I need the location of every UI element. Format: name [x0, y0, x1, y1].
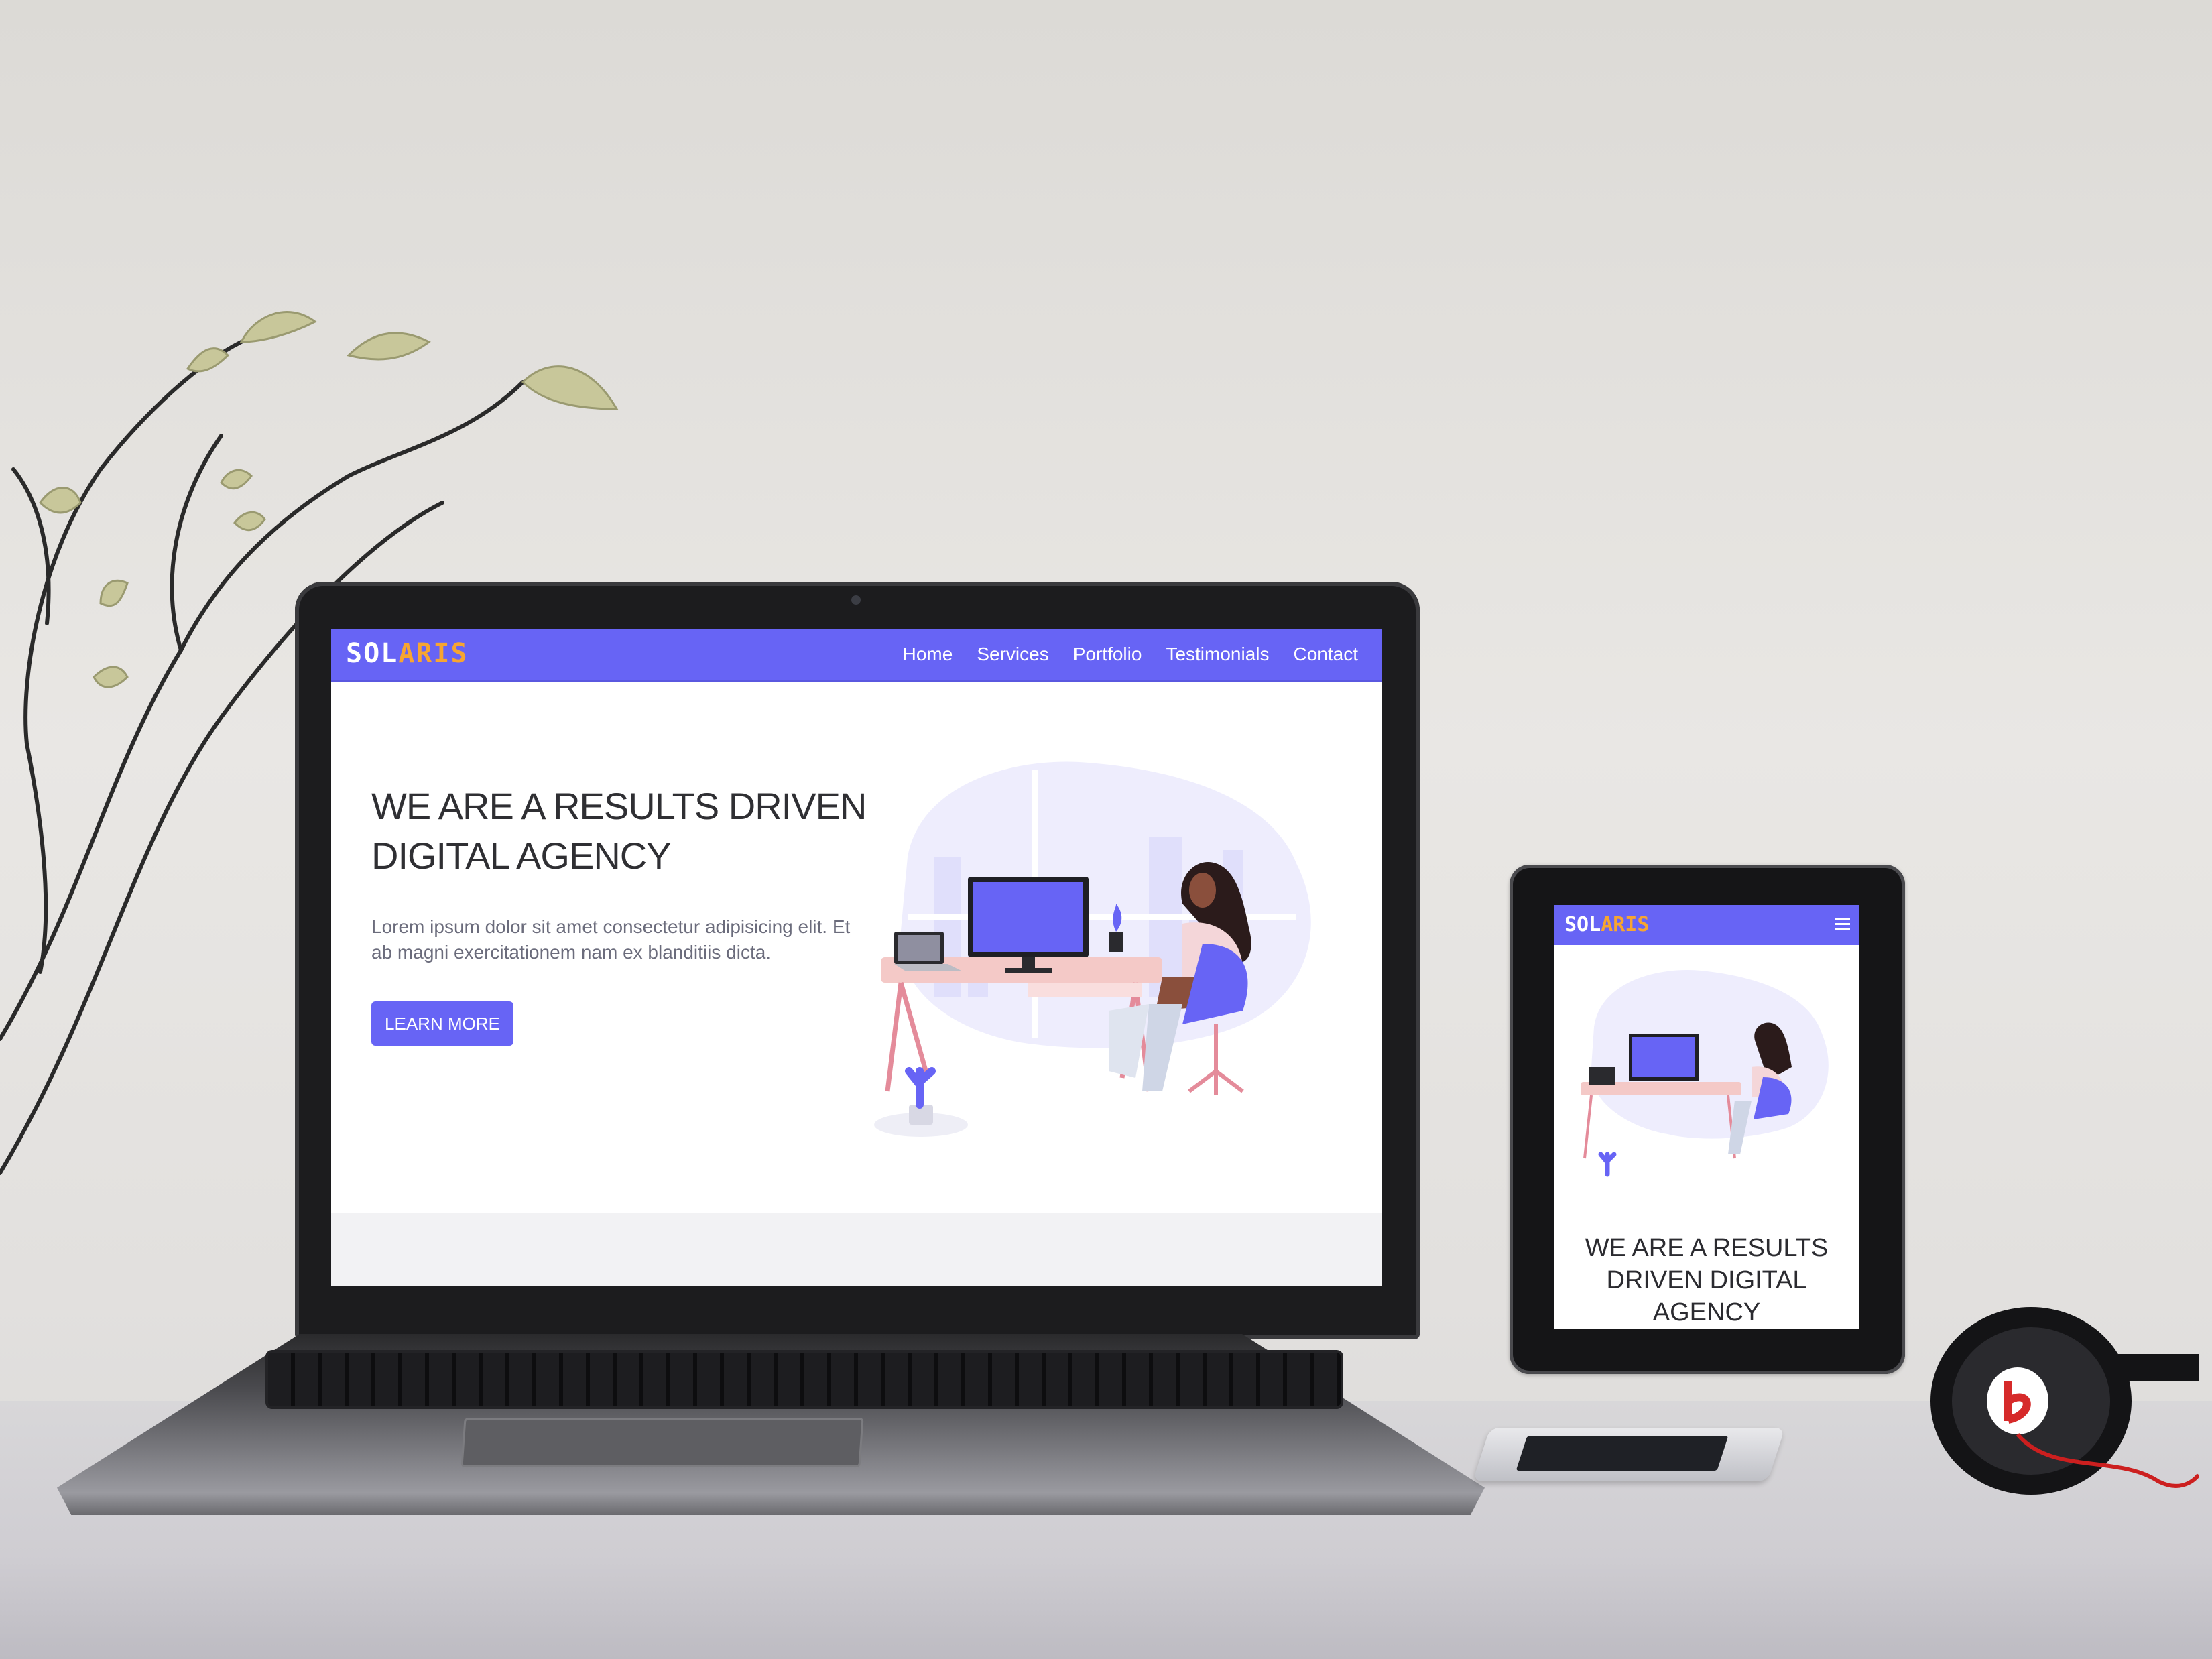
tablet-website: SOLARIS WE ARE A RESULTS DRIVEN DIGITAL … — [1554, 905, 1859, 1329]
phone-screen — [1516, 1436, 1729, 1471]
webcam-icon — [851, 595, 861, 605]
tablet-brand-part1: SOL — [1564, 913, 1601, 936]
tablet-brand-part2: ARIS — [1601, 913, 1650, 936]
tablet-brand-logo[interactable]: SOLARIS — [1564, 913, 1649, 936]
hero-illustration — [874, 761, 1311, 1137]
nav-link-home[interactable]: Home — [903, 643, 953, 665]
nav-link-portfolio[interactable]: Portfolio — [1073, 643, 1142, 665]
nav-link-services[interactable]: Services — [977, 643, 1048, 665]
brand-logo-part2: ARIS — [398, 638, 469, 669]
brand-logo[interactable]: SOLARIS — [346, 638, 469, 669]
hero-title: WE ARE A RESULTS DRIVEN DIGITAL AGENCY — [371, 785, 867, 877]
navbar: SOLARIS Home Services Portfolio Testimon… — [331, 629, 1382, 682]
learn-more-button[interactable]: LEARN MORE — [371, 1001, 513, 1046]
footer-band — [331, 1213, 1382, 1286]
nav-menu: Home Services Portfolio Testimonials Con… — [903, 629, 1358, 680]
laptop-trackpad — [460, 1418, 864, 1467]
laptop-website: SOLARIS Home Services Portfolio Testimon… — [331, 629, 1382, 1286]
tablet-hero-illustration — [1581, 969, 1829, 1177]
hero-text: Lorem ipsum dolor sit amet consectetur a… — [371, 916, 851, 963]
headphones-icon — [1930, 1307, 2199, 1495]
hamburger-menu-icon[interactable] — [1835, 916, 1850, 932]
brand-logo-part1: SOL — [346, 638, 399, 669]
tablet-hero-title: WE ARE A RESULTS DRIVEN DIGITAL AGENCY — [1585, 1234, 1829, 1327]
laptop-keyboard — [268, 1353, 1341, 1406]
nav-link-testimonials[interactable]: Testimonials — [1166, 643, 1269, 665]
nav-link-contact[interactable]: Contact — [1294, 643, 1359, 665]
tablet-navbar: SOLARIS — [1554, 905, 1859, 945]
